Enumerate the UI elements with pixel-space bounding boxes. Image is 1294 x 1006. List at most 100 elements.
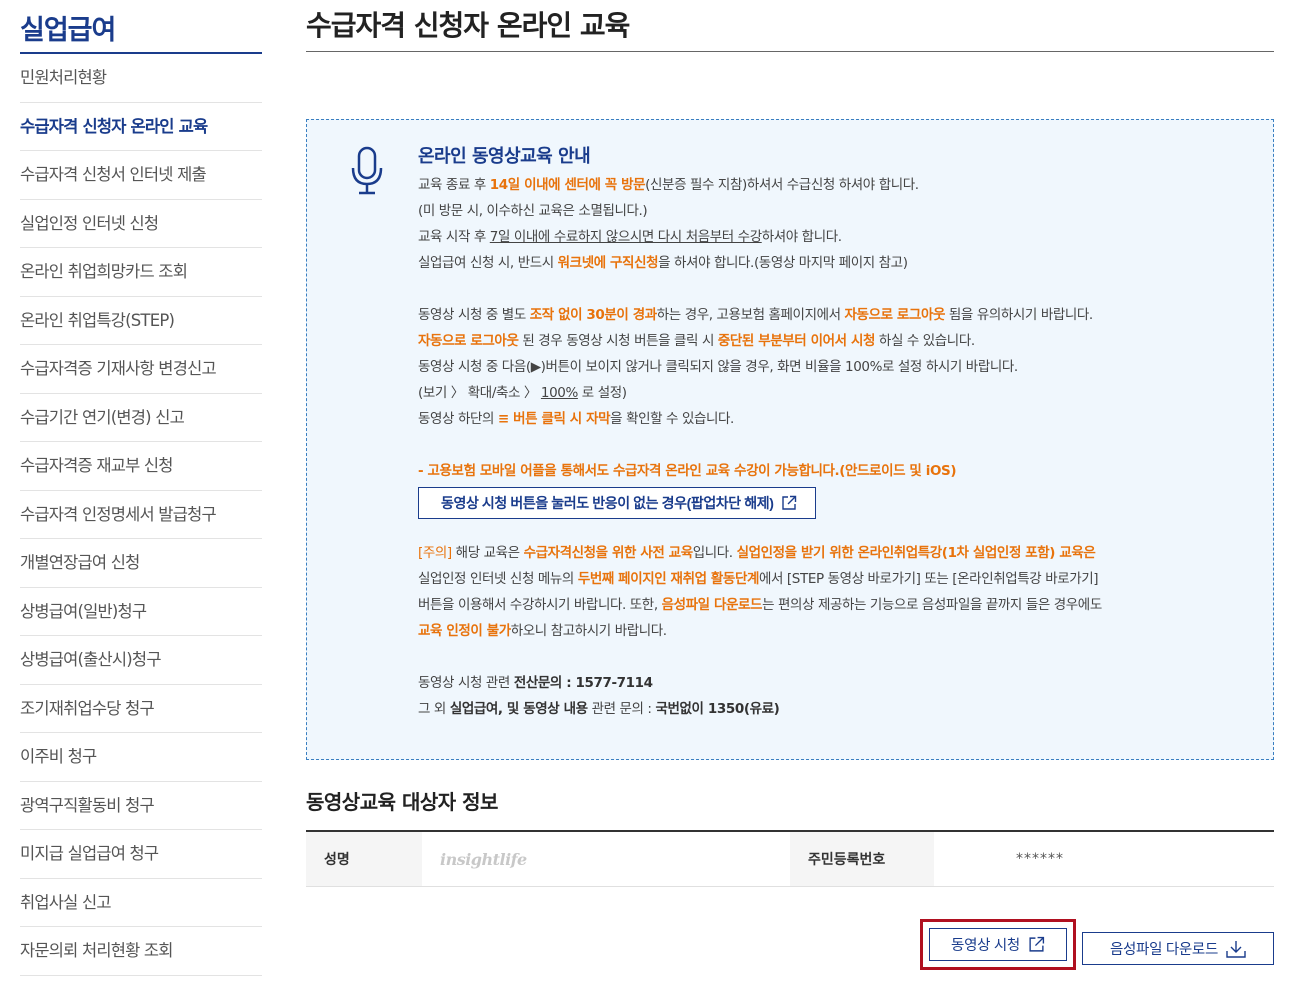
popup-unblock-button[interactable]: 동영상 시청 버튼을 눌러도 반응이 없는 경우(팝업차단 해제) <box>418 487 817 519</box>
notice-line-worknet: 실업급여 신청 시, 반드시 워크넷에 구직신청을 하셔야 합니다.(동영상 마… <box>418 250 1258 276</box>
notice-emphasis: ≡ 버튼 클릭 시 자막 <box>497 411 611 427</box>
name-label: 성명 <box>306 832 422 886</box>
notice-text: 하실 수 있습니다. <box>875 333 975 349</box>
highlight-box: 동영상 시청 <box>920 919 1076 970</box>
notice-heading: 온라인 동영상교육 안내 <box>418 146 591 167</box>
notice-bold: 전산문의 : 1577-7114 <box>513 675 653 691</box>
sidebar-item[interactable]: 조기재취업수당 청구 <box>20 685 262 733</box>
notice-text: (신분증 필수 지참)하셔서 수급신청 하셔야 합니다. <box>645 177 919 193</box>
notice-emphasis: [주의] <box>418 545 452 561</box>
notice-text: 하는 경우, 고용보험 홈페이지에서 <box>656 307 845 323</box>
sidebar-item[interactable]: 개별연장급여 신청 <box>20 539 262 588</box>
notice-line-expire: (미 방문 시, 이수하신 교육은 소멸됩니다.) <box>418 203 648 219</box>
notice-emphasis: - 고용보험 모바일 어플을 통해서도 수급자격 온라인 교육 수강이 가능합니… <box>418 463 957 479</box>
notice-emphasis: 음성파일 다운로드 <box>661 597 763 613</box>
notice-body: 온라인 동영상교육 안내 교육 종료 후 14일 이내에 센터에 꼭 방문(신분… <box>418 142 1258 722</box>
sidebar-item[interactable]: 온라인 취업희망카드 조회 <box>20 248 262 297</box>
sidebar-item[interactable]: 수급자격 신청서 인터넷 제출 <box>20 151 262 200</box>
notice-emphasis: 중단된 부분부터 이어서 시청 <box>717 333 876 349</box>
external-link-icon <box>782 495 797 510</box>
notice-bold: 실업급여, 및 동영상 내용 <box>449 701 588 717</box>
notice-text: 입니다. <box>692 545 737 561</box>
notice-bold: 국번없이 1350(유료) <box>655 701 780 717</box>
microphone-icon <box>351 146 383 195</box>
notice-line-tech-contact: 동영상 시청 관련 전산문의 : 1577-7114 <box>418 670 1258 696</box>
sidebar-item[interactable]: 수급기간 연기(변경) 신고 <box>20 394 262 442</box>
notice-text: 을 하셔야 합니다.(동영상 마지막 페이지 참고) <box>658 255 908 271</box>
trainee-info-table: 성명 insightlife 주민등록번호 ****** <box>306 830 1274 887</box>
notice-text: 동영상 하단의 <box>418 411 498 427</box>
notice-emphasis: 두번째 페이지인 재취업 활동단계 <box>577 571 760 587</box>
sidebar-item[interactable]: 광역구직활동비 청구 <box>20 782 262 830</box>
sidebar: 실업급여 민원처리현황 수급자격 신청자 온라인 교육 수급자격 신청서 인터넷 제… <box>20 0 262 976</box>
rrn-label: 주민등록번호 <box>790 832 934 886</box>
notice-line-caution-4: 교육 인정이 불가하오니 참고하시기 바랍니다. <box>418 618 1258 644</box>
notice-line-zoom: 동영상 시청 중 다음(▶)버튼이 보이지 않거나 클릭되지 않을 경우, 화면… <box>418 359 1018 375</box>
page-title: 수급자격 신청자 온라인 교육 <box>306 0 1274 52</box>
sidebar-item[interactable]: 실업인정 인터넷 신청 <box>20 200 262 248</box>
notice-line-subtitle: 동영상 하단의 ≡ 버튼 클릭 시 자막을 확인할 수 있습니다. <box>418 406 1258 432</box>
notice-text: 교육 종료 후 <box>418 177 490 193</box>
notice-emphasis: 수급자격신청을 위한 사전 교육 <box>523 545 694 561</box>
notice-emphasis: 실업인정을 받기 위한 온라인취업특강(1차 실업인정 포함) 교육은 <box>736 545 1096 561</box>
notice-underline: 100% <box>540 385 578 401</box>
notice-line-resume: 자동으로 로그아웃 된 경우 동영상 시청 버튼을 클릭 시 중단된 부분부터 … <box>418 328 1258 354</box>
notice-line-deadline: 교육 시작 후 7일 이내에 수료하지 않으시면 다시 처음부터 수강하셔야 합… <box>418 224 1258 250</box>
sidebar-item[interactable]: 상병급여(출산시)청구 <box>20 636 262 685</box>
sidebar-item[interactable]: 자문의뢰 처리현황 조회 <box>20 927 262 976</box>
notice-underline: 7일 이내에 수료하지 않으시면 다시 처음부터 수강 <box>489 229 762 245</box>
audio-download-button[interactable]: 음성파일 다운로드 <box>1082 932 1274 965</box>
action-buttons: 동영상 시청 음성파일 다운로드 <box>920 919 1274 970</box>
notice-text: 하셔야 합니다. <box>761 229 842 245</box>
sidebar-item[interactable]: 취업사실 신고 <box>20 879 262 927</box>
watch-video-button[interactable]: 동영상 시청 <box>929 928 1067 961</box>
notice-text: (보기 〉 확대/축소 〉 <box>418 385 541 401</box>
download-icon <box>1226 940 1246 958</box>
notice-text: 을 확인할 수 있습니다. <box>610 411 734 427</box>
notice-text: 버튼을 이용해서 수강하시기 바랍니다. 또한, <box>418 597 662 613</box>
notice-box: 온라인 동영상교육 안내 교육 종료 후 14일 이내에 센터에 꼭 방문(신분… <box>306 119 1274 760</box>
rrn-value: ****** <box>1016 851 1064 867</box>
sidebar-item[interactable]: 온라인 취업특강(STEP) <box>20 297 262 345</box>
watch-video-label: 동영상 시청 <box>951 938 1020 954</box>
notice-emphasis: 조작 없이 30분이 경과 <box>529 307 657 323</box>
main-content: 수급자격 신청자 온라인 교육 온라인 동영상교육 안내 교육 종료 후 14일… <box>306 0 1274 970</box>
section-title: 동영상교육 대상자 정보 <box>306 790 498 814</box>
notice-line-visit: 교육 종료 후 14일 이내에 센터에 꼭 방문(신분증 필수 지참)하셔서 수… <box>418 172 1258 198</box>
notice-emphasis: 교육 인정이 불가 <box>418 623 511 639</box>
name-value: insightlife <box>422 832 790 886</box>
sidebar-item[interactable]: 수급자격 신청자 온라인 교육 <box>20 103 262 151</box>
notice-text: 에서 [STEP 동영상 바로가기] 또는 [온라인취업특강 바로가기] <box>759 571 1099 587</box>
sidebar-item[interactable]: 수급자격증 기재사항 변경신고 <box>20 345 262 394</box>
notice-text: 관련 문의 : <box>587 701 656 717</box>
sidebar-item[interactable]: 민원처리현황 <box>20 54 262 103</box>
notice-line-zoom-path: (보기 〉 확대/축소 〉 100% 로 설정) <box>418 380 1258 406</box>
notice-line-other-contact: 그 외 실업급여, 및 동영상 내용 관련 문의 : 국번없이 1350(유료) <box>418 696 1258 722</box>
notice-line-logout: 동영상 시청 중 별도 조작 없이 30분이 경과하는 경우, 고용보험 홈페이… <box>418 302 1258 328</box>
notice-emphasis: 워크넷에 구직신청 <box>557 255 659 271</box>
sidebar-menu: 민원처리현황 수급자격 신청자 온라인 교육 수급자격 신청서 인터넷 제출 실업인정… <box>20 54 262 976</box>
notice-line-caution-2: 실업인정 인터넷 신청 메뉴의 두번째 페이지인 재취업 활동단계에서 [STE… <box>418 566 1258 592</box>
popup-unblock-label: 동영상 시청 버튼을 눌러도 반응이 없는 경우(팝업차단 해제) <box>441 495 774 511</box>
notice-text: 하오니 참고하시기 바랍니다. <box>510 623 667 639</box>
sidebar-item[interactable]: 상병급여(일반)청구 <box>20 588 262 636</box>
notice-text: 실업인정 인터넷 신청 메뉴의 <box>418 571 578 587</box>
notice-text: 그 외 <box>418 701 450 717</box>
notice-text: 됨을 유의하시기 바랍니다. <box>945 307 1093 323</box>
notice-text: 동영상 시청 중 별도 <box>418 307 530 323</box>
notice-text: 해당 교육은 <box>451 545 524 561</box>
sidebar-item[interactable]: 수급자격 인정명세서 발급청구 <box>20 491 262 539</box>
audio-download-label: 음성파일 다운로드 <box>1109 942 1219 958</box>
notice-line-caution: [주의] 해당 교육은 수급자격신청을 위한 사전 교육입니다. 실업인정을 받… <box>418 540 1258 566</box>
sidebar-title: 실업급여 <box>20 0 262 54</box>
notice-text: 로 설정) <box>577 385 627 401</box>
sidebar-item[interactable]: 미지급 실업급여 청구 <box>20 830 262 879</box>
external-link-icon <box>1029 936 1045 952</box>
notice-line-caution-3: 버튼을 이용해서 수강하시기 바랍니다. 또한, 음성파일 다운로드는 편의상 … <box>418 592 1258 618</box>
notice-text: 동영상 시청 관련 <box>418 675 514 691</box>
notice-text: 교육 시작 후 <box>418 229 490 245</box>
sidebar-item[interactable]: 이주비 청구 <box>20 733 262 782</box>
notice-text: 는 편의상 제공하는 기능으로 음성파일을 끝까지 들은 경우에도 <box>762 597 1102 613</box>
notice-line-mobile: - 고용보험 모바일 어플을 통해서도 수급자격 온라인 교육 수강이 가능합니… <box>418 458 1258 484</box>
sidebar-item[interactable]: 수급자격증 재교부 신청 <box>20 442 262 491</box>
